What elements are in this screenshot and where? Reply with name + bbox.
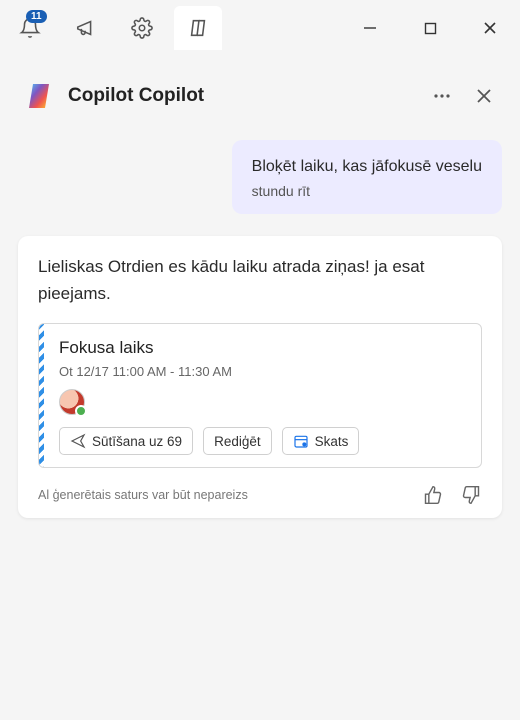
announcements-button[interactable] (62, 6, 110, 50)
send-icon (70, 433, 86, 449)
presence-available-icon (75, 405, 87, 417)
titlebar-left: 11 (0, 6, 222, 50)
attendee-avatar (59, 389, 85, 415)
megaphone-icon (75, 17, 97, 39)
more-options-button[interactable] (430, 84, 454, 108)
user-message-line1: Bloķēt laiku, kas jāfokusē veselu (252, 156, 482, 178)
settings-button[interactable] (118, 6, 166, 50)
calendar-view-icon (293, 433, 309, 449)
minimize-icon (363, 21, 377, 35)
close-icon (483, 21, 497, 35)
edit-button-label: Rediģēt (214, 434, 261, 449)
thumbs-down-icon (461, 485, 481, 505)
panel-title-group: Copilot Copilot (24, 80, 204, 112)
gear-icon (131, 17, 153, 39)
close-window-button[interactable] (460, 6, 520, 50)
chat-area: Bloķēt laiku, kas jāfokusē veselu stundu… (0, 120, 520, 720)
panel-header-actions (430, 84, 496, 108)
copilot-panel: Copilot Copilot Bloķēt laiku, kas jāfoku… (0, 56, 520, 720)
view-button-label: Skats (315, 434, 349, 449)
calendar-event-card: Fokusa laiks Ot 12/17 11:00 AM - 11:30 A… (38, 323, 482, 468)
copilot-tab[interactable] (174, 6, 222, 50)
close-icon (475, 87, 493, 105)
event-actions: Sūtīšana uz 69 Rediģēt Skats (59, 427, 465, 455)
assistant-response-card: Lieliskas Otrdien es kādu laiku atrada z… (18, 236, 502, 518)
thumbs-down-button[interactable] (460, 484, 482, 506)
ellipsis-icon (432, 86, 452, 106)
maximize-button[interactable] (400, 6, 460, 50)
maximize-icon (424, 22, 437, 35)
event-time: Ot 12/17 11:00 AM - 11:30 AM (59, 364, 465, 379)
ai-disclaimer: Al ģenerētais saturs var būt nepareizs (38, 488, 248, 502)
notifications-button[interactable]: 11 (6, 6, 54, 50)
view-button[interactable]: Skats (282, 427, 360, 455)
panel-header: Copilot Copilot (0, 56, 520, 120)
thumbs-up-icon (423, 485, 443, 505)
copilot-logo-icon (24, 80, 56, 112)
event-title: Fokusa laiks (59, 338, 465, 358)
titlebar: 11 (0, 0, 520, 56)
send-button[interactable]: Sūtīšana uz 69 (59, 427, 193, 455)
assistant-footer: Al ģenerētais saturs var būt nepareizs (38, 480, 482, 506)
thumbs-up-button[interactable] (422, 484, 444, 506)
edit-button[interactable]: Rediģēt (203, 427, 272, 455)
user-message-bubble: Bloķēt laiku, kas jāfokusē veselu stundu… (232, 140, 502, 214)
minimize-button[interactable] (340, 6, 400, 50)
close-panel-button[interactable] (472, 84, 496, 108)
feedback-controls (422, 484, 482, 506)
copilot-icon (187, 17, 209, 39)
user-message-line2: stundu rīt (252, 182, 482, 201)
send-button-label: Sūtīšana uz 69 (92, 434, 182, 449)
notification-badge: 11 (26, 10, 47, 23)
assistant-text: Lieliskas Otrdien es kādu laiku atrada z… (38, 254, 482, 307)
window-controls (340, 6, 520, 50)
panel-title: Copilot Copilot (68, 85, 204, 107)
